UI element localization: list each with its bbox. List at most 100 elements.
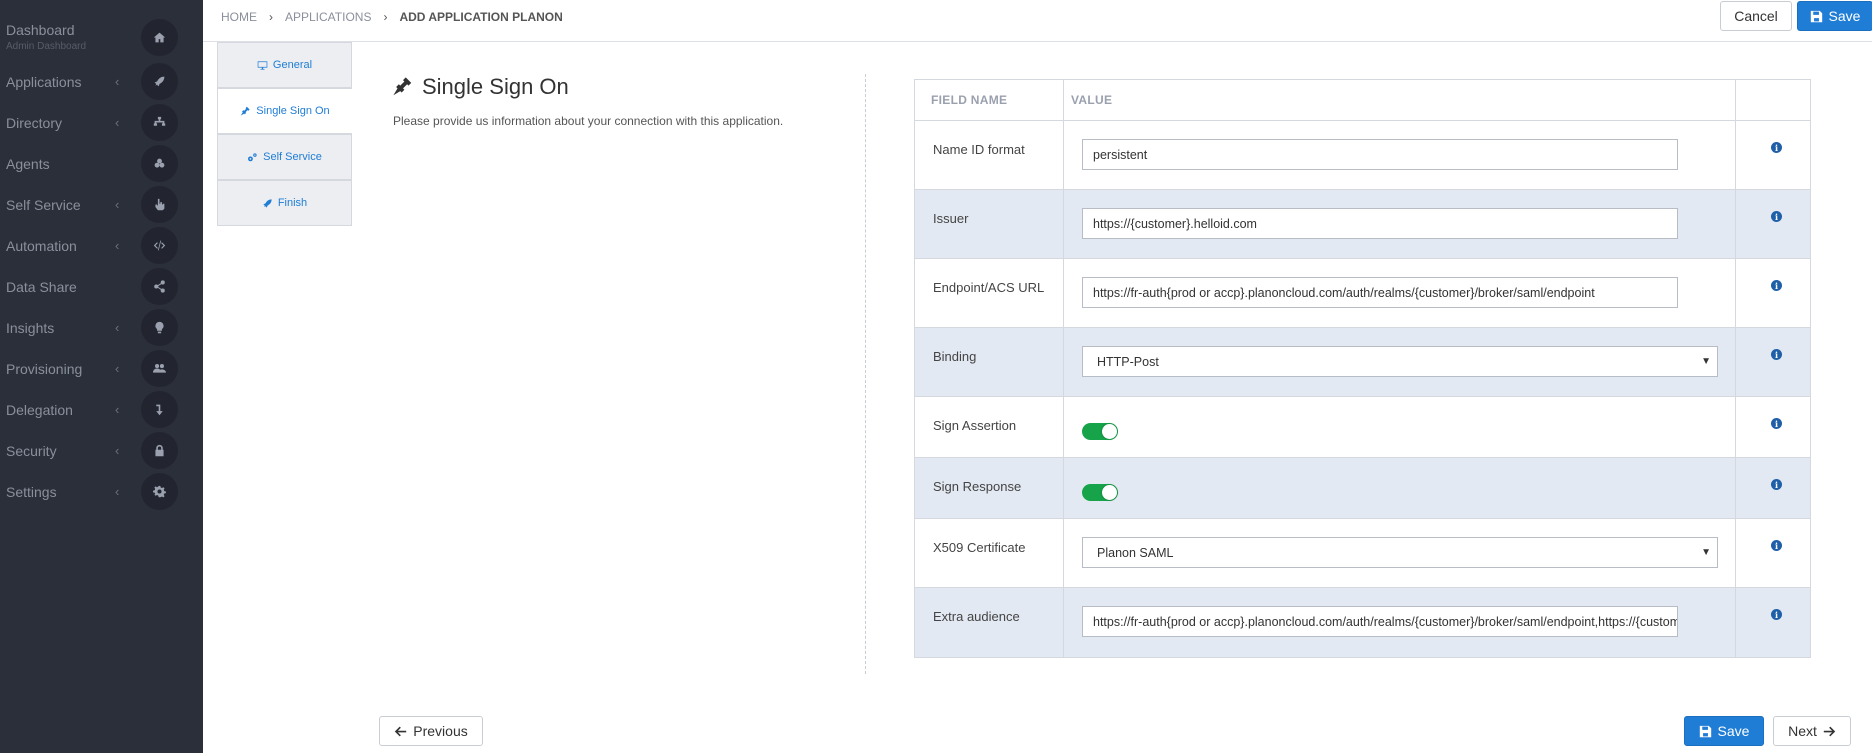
desktop-icon bbox=[257, 60, 268, 70]
step-label: General bbox=[272, 59, 313, 71]
sign-response-toggle[interactable] bbox=[1082, 484, 1118, 501]
section-title-text: Single Sign On bbox=[422, 74, 569, 99]
field-name-label: Sign Response bbox=[933, 479, 1022, 494]
field-name-label: Binding bbox=[933, 349, 977, 364]
info-icon[interactable]: i bbox=[1771, 418, 1782, 429]
field-name-label: Sign Assertion bbox=[933, 418, 1017, 433]
sidebar-item-label: Applications bbox=[6, 73, 82, 90]
table-row: Name ID format persistent i bbox=[915, 121, 1810, 190]
sidebar-item-directory[interactable]: Directory ‹ bbox=[0, 102, 203, 143]
sidebar-item-label: Security bbox=[6, 442, 57, 459]
chevron-left-icon: ‹ bbox=[115, 238, 120, 253]
sidebar-item-dashboard[interactable]: Dashboard Admin Dashboard bbox=[0, 17, 203, 58]
sidebar-item-label: Self Service bbox=[6, 196, 81, 213]
sidebar-item-settings[interactable]: Settings ‹ bbox=[0, 471, 203, 512]
section-title: Single Sign On bbox=[392, 74, 569, 100]
sidebar-item-applications[interactable]: Applications ‹ bbox=[0, 61, 203, 102]
sidebar-item-label: Settings bbox=[6, 483, 57, 500]
field-name-label: Issuer bbox=[933, 211, 969, 226]
sidebar-item-agents[interactable]: Agents bbox=[0, 143, 203, 184]
info-icon[interactable]: i bbox=[1771, 479, 1782, 490]
sign-assertion-toggle[interactable] bbox=[1082, 423, 1118, 440]
step-label: Single Sign On bbox=[256, 105, 330, 117]
arrow-right-icon bbox=[1823, 726, 1836, 736]
sidebar-item-security[interactable]: Security ‹ bbox=[0, 430, 203, 471]
previous-button[interactable]: Previous bbox=[379, 716, 483, 746]
table-row: Endpoint/ACS URL https://fr-auth{prod or… bbox=[915, 259, 1810, 328]
name-id-format-input[interactable]: persistent bbox=[1082, 139, 1678, 170]
sidebar-item-provisioning[interactable]: Provisioning ‹ bbox=[0, 348, 203, 389]
field-name-label: X509 Certificate bbox=[933, 540, 1026, 555]
issuer-input[interactable]: https://{customer}.helloid.com bbox=[1082, 208, 1678, 239]
save-icon bbox=[1810, 10, 1822, 22]
topbar: HOME › APPLICATIONS › ADD APPLICATION PL… bbox=[203, 0, 1872, 42]
info-icon[interactable]: i bbox=[1771, 349, 1782, 360]
sidebar-item-label: Data Share bbox=[6, 278, 77, 295]
table-row: Sign Assertion i bbox=[915, 397, 1810, 458]
info-icon[interactable]: i bbox=[1771, 142, 1782, 153]
plug-icon bbox=[240, 106, 250, 116]
cancel-button[interactable]: Cancel bbox=[1720, 1, 1792, 31]
step-finish[interactable]: Finish bbox=[217, 180, 352, 226]
sidebar-item-delegation[interactable]: Delegation ‹ bbox=[0, 389, 203, 430]
endpoint-acs-url-input[interactable]: https://fr-auth{prod or accp}.planonclou… bbox=[1082, 277, 1678, 308]
info-icon[interactable]: i bbox=[1771, 609, 1782, 620]
share-icon bbox=[141, 268, 178, 305]
caret-down-icon: ▼ bbox=[1701, 356, 1711, 367]
gear-icon bbox=[141, 473, 178, 510]
extra-audience-input[interactable]: https://fr-auth{prod or accp}.planonclou… bbox=[1082, 606, 1678, 637]
plug-icon bbox=[393, 77, 412, 96]
field-name-label: Name ID format bbox=[933, 142, 1025, 157]
lightbulb-icon bbox=[141, 309, 178, 346]
x509-certificate-select-value: Planon SAML bbox=[1097, 545, 1174, 560]
info-icon[interactable]: i bbox=[1771, 211, 1782, 222]
previous-button-label: Previous bbox=[413, 723, 468, 739]
caret-down-icon: ▼ bbox=[1701, 547, 1711, 558]
toggle-knob bbox=[1102, 424, 1117, 439]
sidebar-item-self-service[interactable]: Self Service ‹ bbox=[0, 184, 203, 225]
footer-save-button[interactable]: Save bbox=[1684, 716, 1764, 746]
breadcrumb-current: ADD APPLICATION PLANON bbox=[399, 10, 563, 24]
cubes-icon bbox=[141, 145, 178, 182]
save-button-label: Save bbox=[1828, 8, 1861, 24]
x509-certificate-select[interactable]: Planon SAML ▼ bbox=[1082, 537, 1718, 568]
section-description: Please provide us information about your… bbox=[393, 114, 784, 128]
breadcrumb-separator: › bbox=[383, 10, 388, 24]
step-self-service[interactable]: Self Service bbox=[217, 134, 352, 180]
toggle-knob bbox=[1102, 485, 1117, 500]
chevron-left-icon: ‹ bbox=[115, 115, 120, 130]
sidebar-item-label: Insights bbox=[6, 319, 55, 336]
cogs-icon bbox=[248, 152, 257, 161]
sidebar-item-data-share[interactable]: Data Share bbox=[0, 266, 203, 307]
sidebar-item-insights[interactable]: Insights ‹ bbox=[0, 307, 203, 348]
sidebar-item-sublabel: Admin Dashboard bbox=[6, 41, 87, 52]
chevron-left-icon: ‹ bbox=[115, 74, 120, 89]
step-label: Self Service bbox=[263, 151, 322, 163]
level-down-icon bbox=[141, 391, 178, 428]
code-icon bbox=[141, 227, 178, 264]
breadcrumb: HOME › APPLICATIONS › ADD APPLICATION PL… bbox=[221, 10, 563, 24]
table-row: Issuer https://{customer}.helloid.com i bbox=[915, 190, 1810, 259]
table-row: Binding HTTP-Post ▼ i bbox=[915, 328, 1810, 397]
sidebar-item-label: Agents bbox=[6, 155, 50, 172]
arrow-left-icon bbox=[395, 726, 407, 736]
home-icon bbox=[141, 19, 178, 56]
sidebar-item-label: Dashboard bbox=[6, 22, 75, 38]
save-button[interactable]: Save bbox=[1797, 1, 1872, 31]
info-icon[interactable]: i bbox=[1771, 540, 1782, 551]
step-single-sign-on[interactable]: Single Sign On bbox=[217, 88, 362, 134]
breadcrumb-home[interactable]: HOME bbox=[221, 10, 257, 24]
vertical-divider bbox=[865, 74, 866, 674]
field-name-label: Endpoint/ACS URL bbox=[933, 280, 1045, 295]
sidebar: Dashboard Admin Dashboard Applications ‹… bbox=[0, 0, 203, 753]
next-button[interactable]: Next bbox=[1773, 716, 1851, 746]
lock-icon bbox=[141, 432, 178, 469]
chevron-left-icon: ‹ bbox=[115, 402, 120, 417]
info-icon[interactable]: i bbox=[1771, 280, 1782, 291]
sidebar-item-automation[interactable]: Automation ‹ bbox=[0, 225, 203, 266]
binding-select[interactable]: HTTP-Post ▼ bbox=[1082, 346, 1718, 377]
cancel-button-label: Cancel bbox=[1734, 8, 1778, 24]
breadcrumb-applications[interactable]: APPLICATIONS bbox=[285, 10, 371, 24]
step-general[interactable]: General bbox=[217, 42, 352, 88]
table-row: Sign Response i bbox=[915, 458, 1810, 519]
